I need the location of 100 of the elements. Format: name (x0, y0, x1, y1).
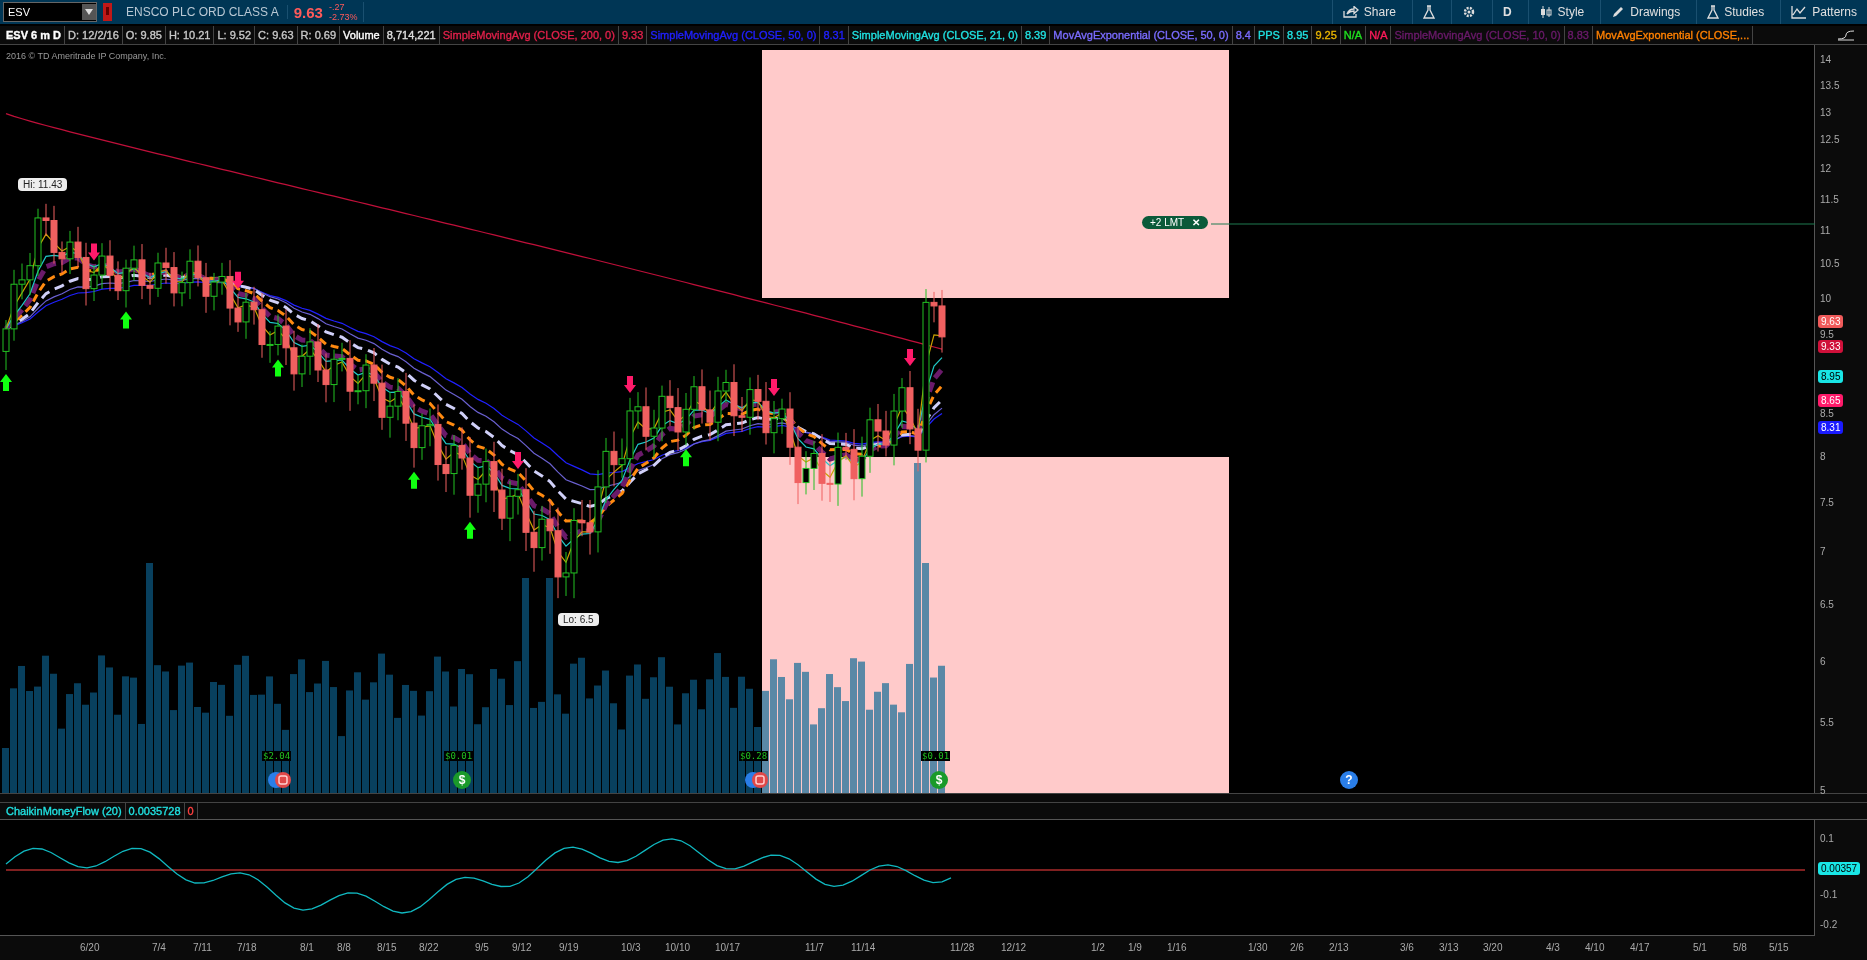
legend-item: N/A (1340, 26, 1367, 44)
date-label: 5/1 (1693, 942, 1707, 953)
toolbar-button[interactable]: Share (1331, 0, 1406, 24)
date-label: 9/12 (512, 942, 532, 953)
date-label: 4/10 (1585, 942, 1605, 953)
date-label: 11/7 (805, 942, 824, 953)
date-label: 2/13 (1329, 942, 1349, 953)
date-label: 5/15 (1769, 942, 1789, 953)
legend-item: SimpleMovingAvg (CLOSE, 200, 0) (439, 26, 619, 44)
low-callout: Lo: 6.5 (558, 613, 599, 626)
date-label: 2/6 (1290, 942, 1304, 953)
axis-label: 7 (1820, 547, 1826, 558)
help-icon[interactable]: ? (1340, 771, 1358, 789)
legend-item: 8.39 (1021, 26, 1051, 44)
toolbar-button[interactable]: Patterns (1780, 0, 1867, 24)
event-value: $2.04 (262, 751, 292, 761)
date-label: 11/14 (851, 942, 876, 953)
study-value: 0.0035728 (125, 803, 185, 819)
axis-label: -0.1 (1820, 890, 1838, 900)
legend-item: 8.31 (820, 26, 849, 44)
company-name: ENSCO PLC ORD CLASS A (126, 5, 288, 19)
date-label: 3/6 (1400, 942, 1414, 953)
order-label[interactable]: +2 LMT ✕ (1142, 216, 1209, 229)
toolbar-button[interactable]: Studies (1696, 0, 1775, 24)
price-change: -.27 (328, 2, 346, 12)
price-badge: 8.31 (1818, 421, 1844, 435)
axis-label: 9.5 (1820, 330, 1834, 341)
legend-item: ESV 6 m D (3, 26, 66, 44)
axis-label: 0.1 (1820, 834, 1834, 844)
date-label: 11/28 (950, 942, 975, 953)
axis-label: 13 (1820, 107, 1832, 118)
date-label: 7/18 (237, 942, 257, 953)
legend-item: O: 9.85 (122, 26, 166, 44)
copyright-text: 2016 © TD Ameritrade IP Company, Inc. (6, 51, 167, 61)
date-label: 4/17 (1630, 942, 1650, 953)
toolbar-button[interactable]: Style (1527, 0, 1595, 24)
axis-label: 5.5 (1820, 718, 1834, 729)
date-label: 8/15 (377, 942, 397, 953)
date-label: 9/19 (559, 942, 579, 953)
high-callout: Hi: 11.43 (18, 178, 68, 191)
date-label: 1/30 (1248, 942, 1268, 953)
study-value: 0 (184, 803, 198, 819)
axis-label: 6.5 (1820, 599, 1834, 610)
value-badge: 0.00357 (1818, 862, 1861, 875)
date-label: 9/5 (475, 942, 489, 953)
axis-label: 12 (1820, 164, 1832, 175)
date-label: 10/3 (621, 942, 641, 953)
legend-item: L: 9.52 (214, 26, 256, 44)
axis-label: 8.5 (1820, 409, 1834, 420)
date-label: 4/3 (1546, 942, 1560, 953)
legend-item: D: 12/2/16 (65, 26, 123, 44)
date-label: 1/16 (1167, 942, 1187, 953)
toolbar-button[interactable]: D (1491, 0, 1522, 24)
date-label: 7/11 (193, 942, 212, 953)
legend-item: SimpleMovingAvg (CLOSE, 21, 0) (848, 26, 1022, 44)
axis-label: 10 (1820, 293, 1832, 304)
legend-item: MovAvgExponential (CLOSE,... (1593, 26, 1754, 44)
axis-label: 7.5 (1820, 498, 1834, 509)
axis-label: 11.5 (1820, 194, 1839, 205)
date-label: 7/4 (152, 942, 166, 953)
legend-item: H: 10.21 (165, 26, 215, 44)
date-label: 3/20 (1483, 942, 1503, 953)
legend-item: 9.25 (1312, 26, 1341, 44)
axis-label: 12.5 (1820, 135, 1840, 146)
symbol-field[interactable]: ESV (3, 2, 97, 22)
close-button[interactable]: ✕ (1192, 217, 1201, 228)
axis-label: 14 (1820, 55, 1832, 65)
toolbar-button[interactable]: Drawings (1600, 0, 1691, 24)
date-label: 8/1 (300, 942, 314, 953)
axis-label: -0.2 (1820, 920, 1838, 930)
date-label: 5/8 (1733, 942, 1747, 953)
legend-item: Volume (340, 26, 384, 44)
date-label: 8/8 (337, 942, 351, 953)
legend-item: SimpleMovingAvg (CLOSE, 50, 0) (647, 26, 821, 44)
event-value: $0.01 (921, 751, 951, 761)
last-price: 9.63 (293, 3, 323, 21)
price-badge: 8.95 (1818, 369, 1844, 383)
event-value: $0.28 (739, 751, 769, 761)
price-badge: 8.65 (1818, 393, 1844, 407)
legend-item: 8,714,221 (383, 26, 440, 44)
date-label: 10/17 (715, 942, 741, 953)
axis-label: 13.5 (1820, 80, 1840, 91)
legend-item: PPS (1254, 26, 1284, 44)
legend-item: 8.95 (1283, 26, 1313, 44)
date-label: 1/2 (1091, 942, 1105, 953)
legend-item: 9.33 (618, 26, 648, 44)
date-label: 1/9 (1128, 942, 1142, 953)
price-badge: 9.63 (1818, 314, 1844, 328)
axis-label: 6 (1820, 656, 1826, 667)
study-name: ChaikinMoneyFlow (20) (3, 803, 126, 819)
legend-item: 8.4 (1232, 26, 1255, 44)
legend-item: MovAvgExponential (CLOSE, 50, 0) (1050, 26, 1233, 44)
percent-change: -2.73% (328, 12, 358, 22)
legend-item: SimpleMovingAvg (CLOSE, 10, 0) (1391, 26, 1565, 44)
legend-item: N/A (1366, 26, 1392, 44)
axis-label: 5 (1820, 786, 1826, 796)
legend-item: 8.83 (1564, 26, 1593, 44)
date-label: 12/12 (1001, 942, 1027, 953)
date-label: 6/20 (80, 942, 100, 953)
axis-label: 11 (1820, 226, 1831, 237)
